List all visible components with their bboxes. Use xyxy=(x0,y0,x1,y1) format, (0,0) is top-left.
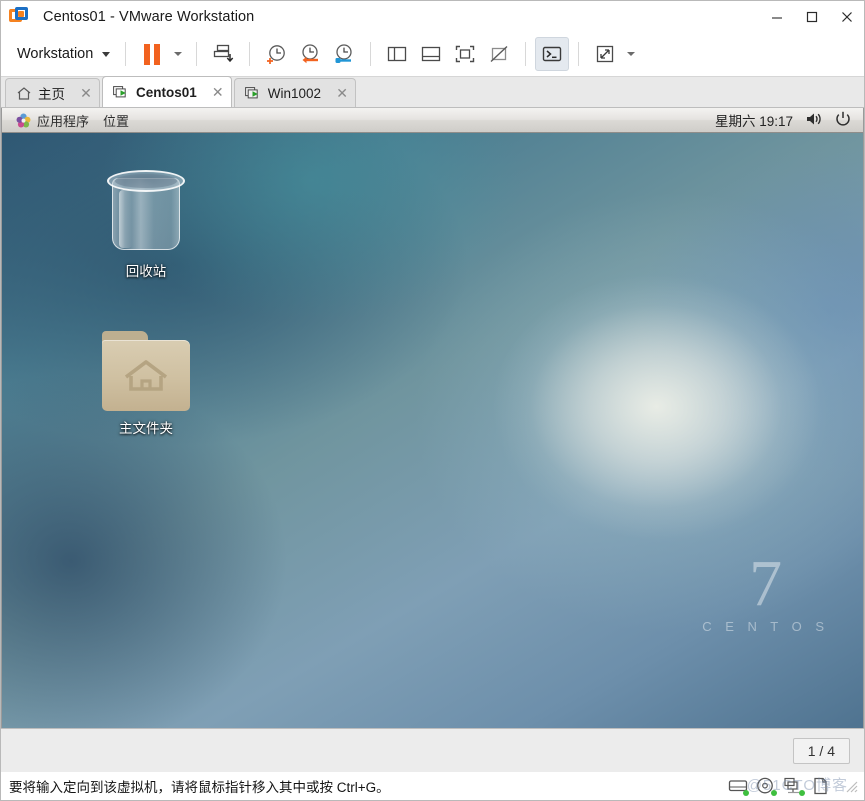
title-bar: Centos01 - VMware Workstation xyxy=(1,1,864,32)
show-sidebar-button[interactable] xyxy=(380,37,414,71)
status-network-icon[interactable] xyxy=(784,777,805,796)
chevron-down-icon xyxy=(627,52,636,56)
trash-icon xyxy=(107,168,185,254)
show-thumbnail-bar-button[interactable] xyxy=(414,37,448,71)
workspace-strip: 1 / 4 xyxy=(1,728,864,772)
panel-clock[interactable]: 星期六 19:17 xyxy=(715,110,793,130)
tab-win1002[interactable]: Win1002 ✕ xyxy=(233,78,357,107)
vm-running-icon xyxy=(113,85,130,100)
toolbar-divider xyxy=(578,42,580,66)
vm-running-icon xyxy=(244,86,262,101)
snapshot-manager-button[interactable] xyxy=(327,37,361,71)
stretch-guest-button[interactable] xyxy=(482,37,516,71)
fit-window-icon xyxy=(456,45,475,63)
no-stretch-icon xyxy=(490,45,508,63)
applications-menu[interactable]: 应用程序 xyxy=(9,109,96,132)
desktop-icon-trash[interactable]: 回收站 xyxy=(91,168,201,280)
vmware-logo-icon xyxy=(9,6,31,27)
sidebar-panel-icon xyxy=(388,46,407,62)
terminal-icon xyxy=(543,46,562,62)
console-view-button[interactable] xyxy=(535,37,570,71)
desktop-icon-trash-label: 回收站 xyxy=(125,264,167,279)
workspace-indicator[interactable]: 1 / 4 xyxy=(792,737,850,764)
send-keys-icon xyxy=(214,44,234,63)
revert-snapshot-button[interactable] xyxy=(293,37,327,71)
minimize-button[interactable] xyxy=(759,1,794,32)
guest-screen[interactable]: 应用程序 位置 星期六 19:17 回收站 主文件夹 7 C E N T O S xyxy=(1,108,864,728)
tab-centos01-label: Centos01 xyxy=(136,84,197,100)
chevron-down-icon xyxy=(174,52,183,56)
tab-close-icon[interactable]: ✕ xyxy=(211,84,225,101)
tab-close-icon[interactable]: ✕ xyxy=(335,85,349,102)
status-message: 要将输入定向到该虚拟机，请将鼠标指针移入其中或按 Ctrl+G。 xyxy=(9,780,390,795)
maximize-button[interactable] xyxy=(794,1,829,32)
fullscreen-expand-icon xyxy=(597,45,614,63)
places-menu-label: 位置 xyxy=(103,113,130,129)
centos-watermark-text: C E N T O S xyxy=(702,619,829,634)
vmware-workstation-window: Centos01 - VMware Workstation Workstatio… xyxy=(0,0,865,801)
pause-icon xyxy=(144,43,161,65)
desktop-wallpaper[interactable]: 回收站 主文件夹 7 C E N T O S xyxy=(2,133,863,728)
status-device-icons xyxy=(728,777,858,796)
toolbar-divider xyxy=(196,42,198,66)
applications-menu-label: 应用程序 xyxy=(37,113,90,129)
desktop-icon-home-folder[interactable]: 主文件夹 xyxy=(91,331,201,437)
resize-grip-icon[interactable] xyxy=(844,779,858,793)
close-button[interactable] xyxy=(829,1,864,32)
status-cd-dvd-icon[interactable] xyxy=(756,777,777,796)
toolbar-divider xyxy=(249,42,251,66)
vm-tab-bar: 主页 ✕ Centos01 ✕ Win1002 ✕ xyxy=(1,76,864,108)
fullscreen-dropdown-button[interactable] xyxy=(622,37,640,71)
tab-home[interactable]: 主页 ✕ xyxy=(5,78,100,107)
home-icon xyxy=(16,86,32,101)
take-snapshot-button[interactable] xyxy=(259,37,293,71)
status-bar: 要将输入定向到该虚拟机，请将鼠标指针移入其中或按 Ctrl+G。 @51CTO博… xyxy=(1,772,864,800)
pause-vm-button[interactable] xyxy=(135,37,169,71)
chevron-down-icon xyxy=(102,51,111,57)
power-icon[interactable] xyxy=(835,111,851,130)
places-menu[interactable]: 位置 xyxy=(96,109,136,132)
toolbar-divider xyxy=(125,42,127,66)
gnome-top-panel: 应用程序 位置 星期六 19:17 xyxy=(2,108,863,133)
pause-dropdown-button[interactable] xyxy=(169,37,187,71)
tab-close-icon[interactable]: ✕ xyxy=(79,85,93,102)
panel-right-area: 星期六 19:17 xyxy=(715,110,855,130)
tab-win1002-label: Win1002 xyxy=(267,85,322,101)
fit-guest-now-button[interactable] xyxy=(448,37,482,71)
snapshot-add-icon xyxy=(267,45,286,64)
bottom-panel-icon xyxy=(422,46,441,62)
tab-home-label: 主页 xyxy=(38,87,65,102)
toolbar-divider xyxy=(370,42,372,66)
fullscreen-button[interactable] xyxy=(588,37,622,71)
toolbar-divider xyxy=(525,42,527,66)
status-printer-icon[interactable] xyxy=(812,777,833,796)
volume-icon[interactable] xyxy=(805,111,823,130)
centos-watermark: 7 C E N T O S xyxy=(702,546,829,634)
tab-centos01[interactable]: Centos01 ✕ xyxy=(102,76,232,107)
main-toolbar: Workstation xyxy=(1,32,864,77)
pinwheel-icon xyxy=(16,113,31,128)
status-hard-disk-icon[interactable] xyxy=(728,777,749,796)
window-title: Centos01 - VMware Workstation xyxy=(43,8,255,25)
snapshot-manager-icon xyxy=(335,44,352,63)
send-ctrl-alt-del-button[interactable] xyxy=(206,37,240,71)
home-folder-icon xyxy=(102,331,190,411)
workstation-menu-button[interactable]: Workstation xyxy=(11,42,116,66)
workstation-menu-label: Workstation xyxy=(17,46,94,62)
window-controls xyxy=(759,1,864,32)
desktop-icon-home-folder-label: 主文件夹 xyxy=(119,421,173,436)
snapshot-revert-icon xyxy=(302,44,319,64)
centos-watermark-number: 7 xyxy=(749,546,783,620)
